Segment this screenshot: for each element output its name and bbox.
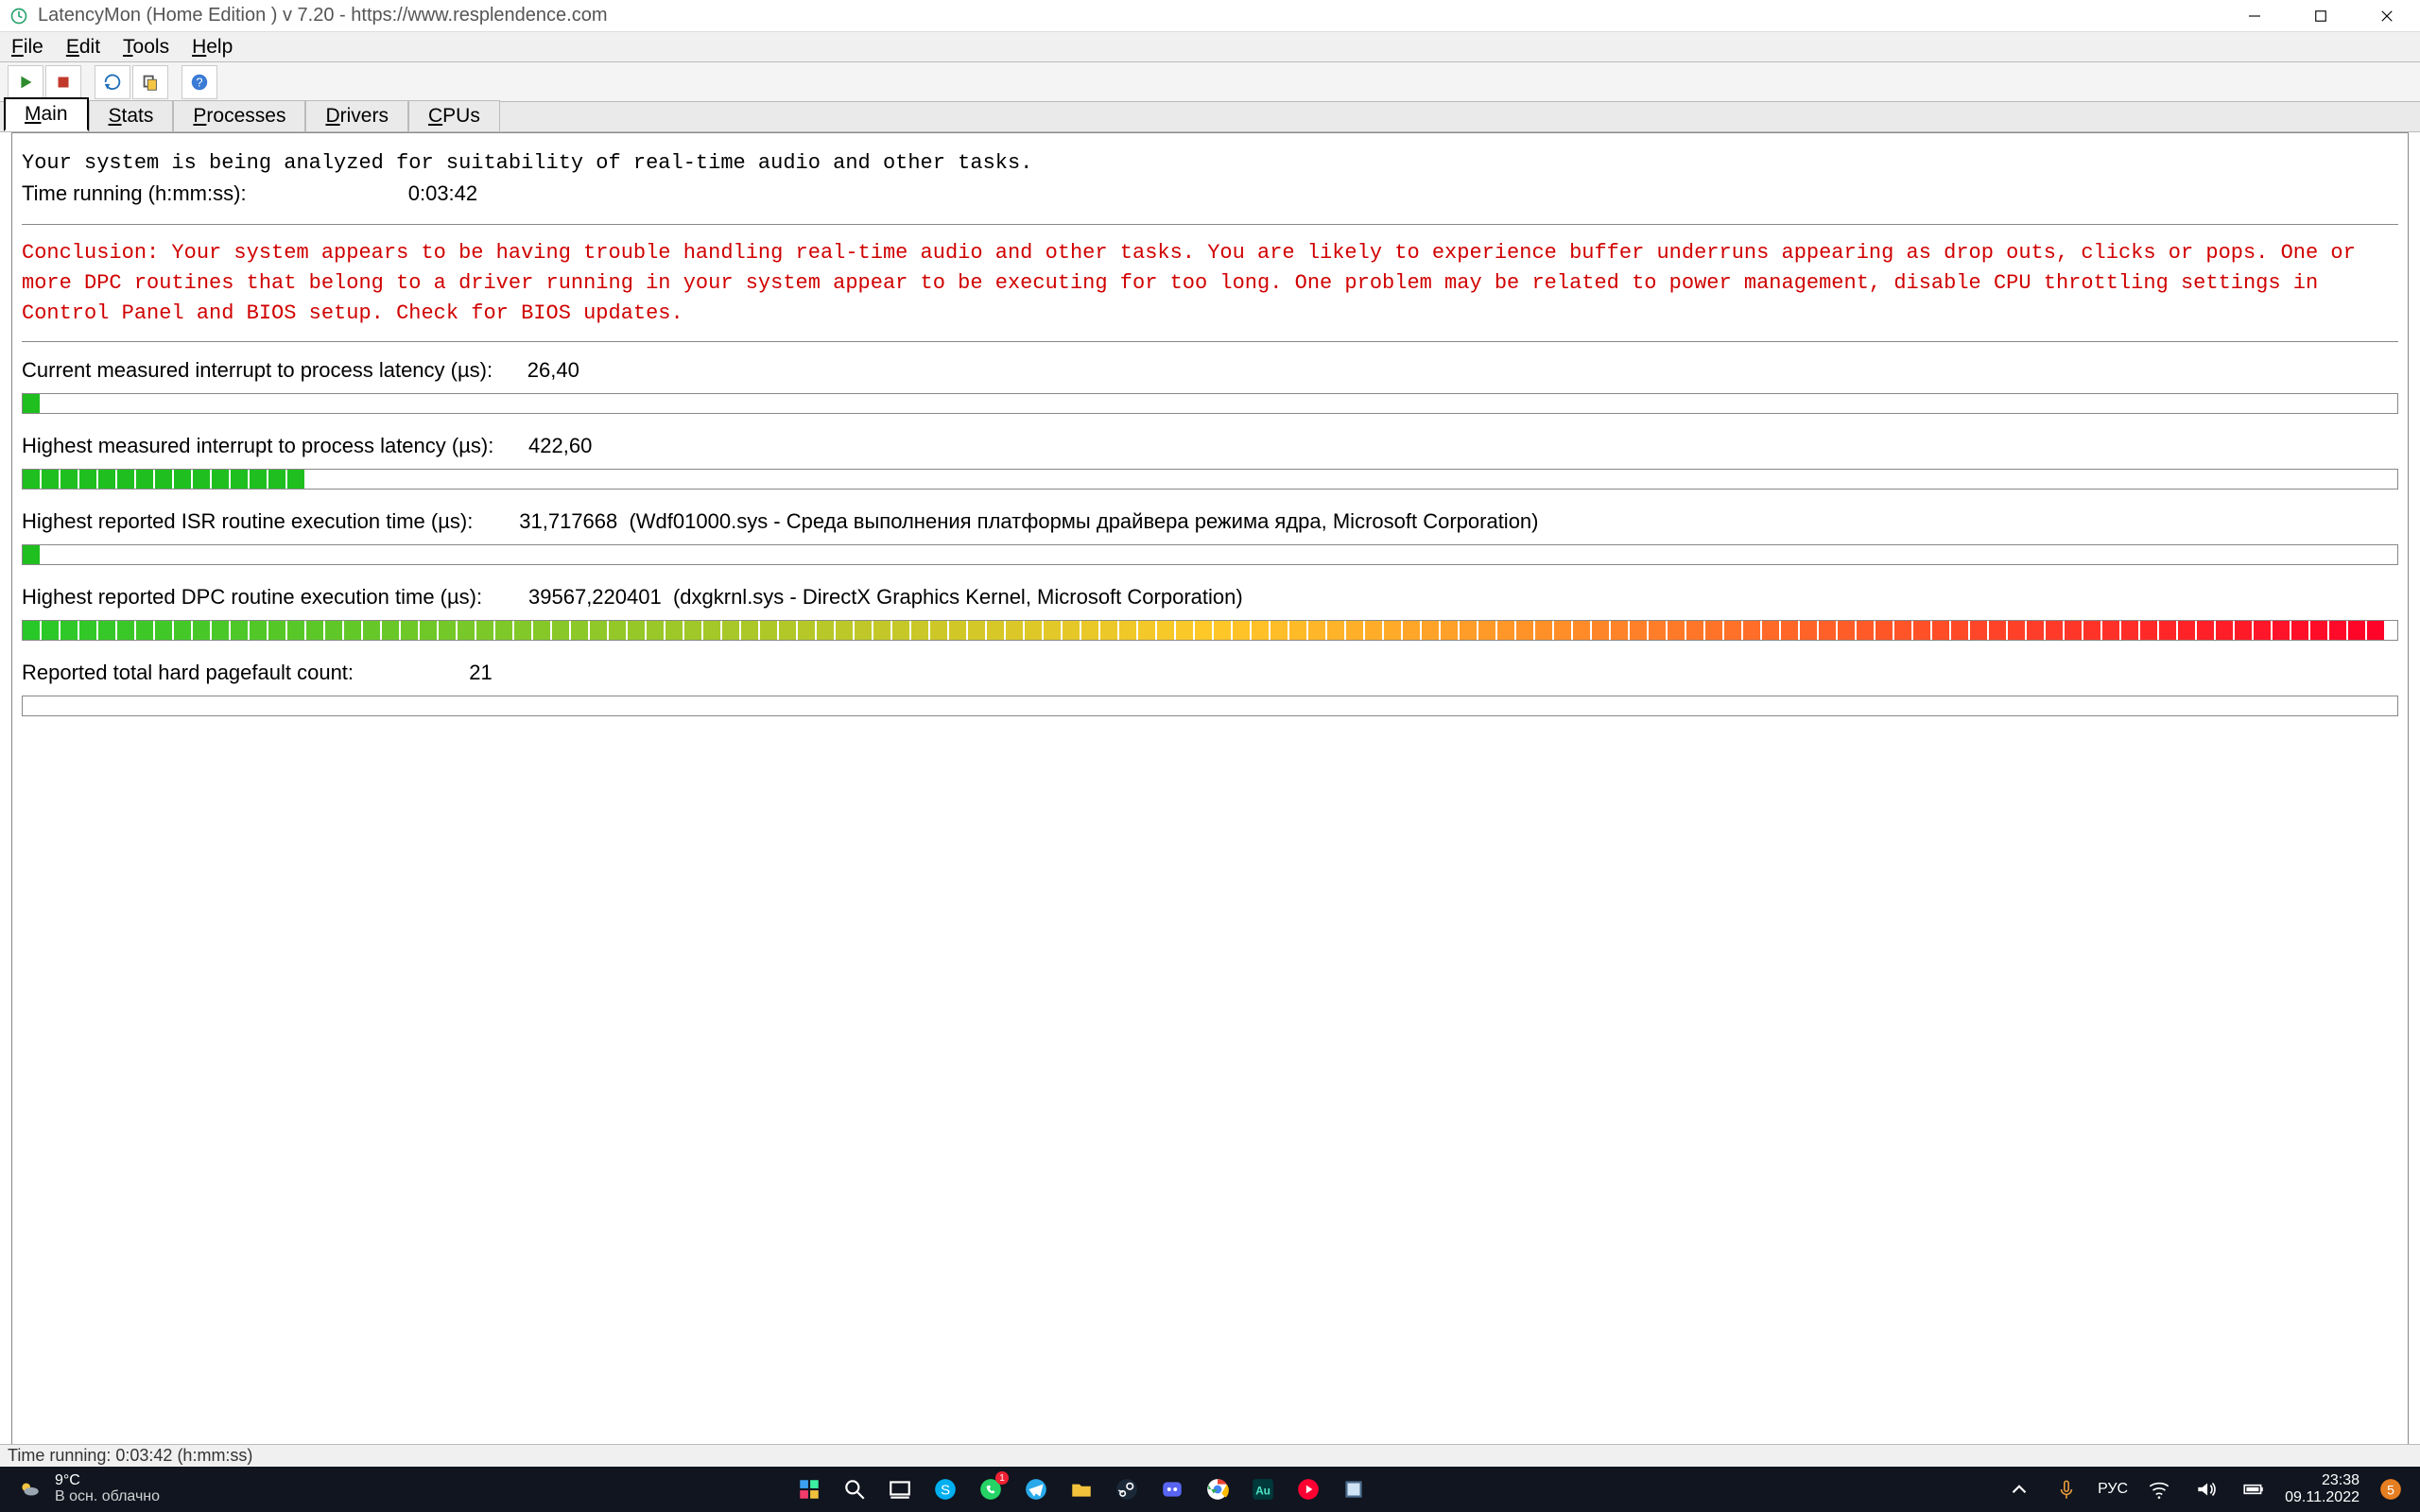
whatsapp-icon[interactable]: 1 (975, 1473, 1007, 1505)
audition-icon[interactable]: Au (1247, 1473, 1279, 1505)
start-button[interactable] (793, 1473, 825, 1505)
tab-processes[interactable]: Processes (173, 100, 305, 131)
help-button[interactable]: ? (182, 65, 217, 99)
status-bar: Time running: 0:03:42 (h:mm:ss) (0, 1444, 2420, 1467)
isr-value: 31,717668 (Wdf01000.sys - Среда выполнен… (519, 509, 1538, 533)
time-running-value: 0:03:42 (408, 181, 477, 205)
tab-main[interactable]: Main (4, 97, 89, 131)
notification-icon[interactable]: 5 (2375, 1473, 2407, 1505)
volume-icon[interactable] (2190, 1473, 2222, 1505)
weather-widget[interactable]: 9°C В осн. облачно (55, 1473, 160, 1505)
telegram-icon[interactable] (1020, 1473, 1052, 1505)
tab-bar: Main Stats Processes Drivers CPUs (0, 102, 2420, 132)
refresh-button[interactable] (95, 65, 130, 99)
battery-icon[interactable] (2238, 1473, 2270, 1505)
explorer-icon[interactable] (1065, 1473, 1098, 1505)
steam-icon[interactable] (1111, 1473, 1143, 1505)
current-latency-label: Current measured interrupt to process la… (22, 358, 493, 382)
discord-icon[interactable] (1156, 1473, 1188, 1505)
minimize-button[interactable] (2221, 0, 2288, 32)
conclusion-text: Conclusion: Your system appears to be ha… (22, 238, 2398, 329)
app-icon (9, 7, 28, 26)
chrome-icon[interactable] (1201, 1473, 1234, 1505)
svg-text:Au: Au (1255, 1484, 1270, 1497)
current-latency-row: Current measured interrupt to process la… (22, 355, 2398, 387)
weather-desc: В осн. облачно (55, 1489, 160, 1505)
highest-latency-row: Highest measured interrupt to process la… (22, 431, 2398, 463)
divider (22, 341, 2398, 342)
svg-text:?: ? (196, 75, 202, 89)
status-text: Time running: 0:03:42 (h:mm:ss) (8, 1446, 252, 1466)
menu-tools[interactable]: Tools (123, 36, 169, 59)
pagefault-bar (22, 696, 2398, 716)
highest-latency-label: Highest measured interrupt to process la… (22, 434, 493, 457)
isr-row: Highest reported ISR routine execution t… (22, 507, 2398, 539)
tab-stats[interactable]: Stats (89, 100, 174, 131)
youtube-music-icon[interactable] (1292, 1473, 1324, 1505)
tray-chevron-icon[interactable] (2003, 1473, 2035, 1505)
intro-text: Your system is being analyzed for suitab… (22, 148, 2398, 179)
dpc-bar (22, 620, 2398, 641)
toolbar-separator (170, 65, 180, 99)
window-titlebar: LatencyMon (Home Edition ) v 7.20 - http… (0, 0, 2420, 32)
time-running-row: Time running (h:mm:ss): 0:03:42 (22, 179, 2398, 211)
toolbar: ? (0, 62, 2420, 102)
tab-drivers[interactable]: Drivers (305, 100, 408, 131)
current-latency-value: 26,40 (527, 358, 579, 382)
stop-button[interactable] (45, 65, 81, 99)
dpc-row: Highest reported DPC routine execution t… (22, 582, 2398, 614)
copy-button[interactable] (132, 65, 168, 99)
clock-time: 23:38 (2285, 1472, 2360, 1489)
tab-cpus[interactable]: CPUs (408, 100, 500, 131)
svg-text:5: 5 (2387, 1482, 2394, 1497)
svg-text:S: S (941, 1482, 950, 1498)
clock[interactable]: 23:38 09.11.2022 (2285, 1472, 2360, 1505)
current-latency-bar (22, 393, 2398, 414)
microphone-icon[interactable] (2050, 1473, 2083, 1505)
highest-latency-bar (22, 469, 2398, 490)
pagefault-label: Reported total hard pagefault count: (22, 661, 354, 684)
language-indicator[interactable]: РУС (2098, 1482, 2128, 1498)
windows-taskbar: 9°C В осн. облачно S 1 Au РУС 23:38 09.1… (0, 1467, 2420, 1512)
task-view-icon[interactable] (884, 1473, 916, 1505)
skype-icon[interactable]: S (929, 1473, 961, 1505)
close-button[interactable] (2354, 0, 2420, 32)
pagefault-row: Reported total hard pagefault count: 21 (22, 658, 2398, 690)
wifi-icon[interactable] (2143, 1473, 2175, 1505)
clock-date: 09.11.2022 (2285, 1489, 2360, 1506)
menu-help[interactable]: Help (192, 36, 233, 59)
main-panel: Your system is being analyzed for suitab… (11, 132, 2409, 1446)
highest-latency-value: 422,60 (528, 434, 592, 457)
menu-bar: File Edit Tools Help (0, 32, 2420, 62)
toolbar-separator (83, 65, 93, 99)
menu-edit[interactable]: Edit (66, 36, 100, 59)
time-running-label: Time running (h:mm:ss): (22, 181, 247, 205)
divider (22, 224, 2398, 225)
weather-icon[interactable] (13, 1473, 45, 1505)
search-icon[interactable] (838, 1473, 871, 1505)
play-button[interactable] (8, 65, 43, 99)
weather-temp: 9°C (55, 1473, 160, 1489)
running-app-icon[interactable] (1338, 1473, 1370, 1505)
isr-bar (22, 544, 2398, 565)
window-title: LatencyMon (Home Edition ) v 7.20 - http… (38, 5, 608, 26)
isr-label: Highest reported ISR routine execution t… (22, 509, 473, 533)
maximize-button[interactable] (2288, 0, 2354, 32)
dpc-value: 39567,220401 (dxgkrnl.sys - DirectX Grap… (528, 585, 1243, 609)
dpc-label: Highest reported DPC routine execution t… (22, 585, 482, 609)
menu-file[interactable]: File (11, 36, 43, 59)
pagefault-value: 21 (469, 661, 492, 684)
